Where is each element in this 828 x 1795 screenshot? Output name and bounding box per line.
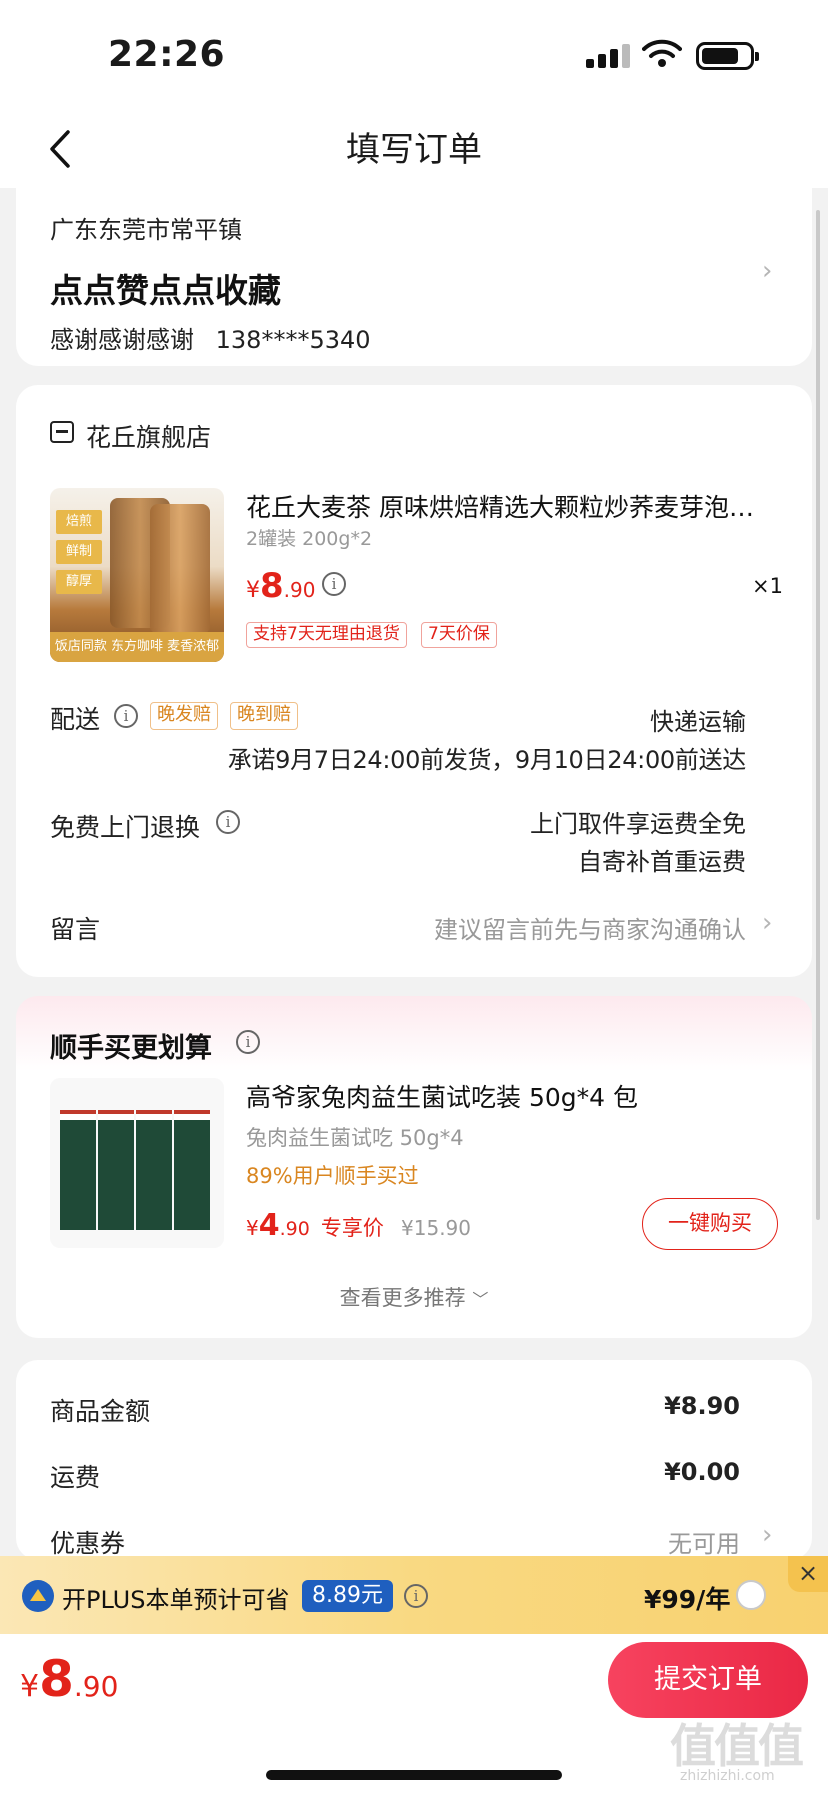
late-ship-tag: 晚发赔 bbox=[150, 702, 218, 730]
recommend-image[interactable] bbox=[50, 1078, 224, 1248]
delivery-method: 快递运输 bbox=[650, 708, 746, 736]
image-tag: 焙煎 bbox=[56, 510, 102, 534]
late-arrive-tag: 晚到赔 bbox=[230, 702, 298, 730]
return-policy-tag: 支持7天无理由退货 bbox=[246, 622, 407, 648]
message-label: 留言 bbox=[50, 915, 101, 944]
wifi-icon bbox=[642, 39, 682, 67]
store-name[interactable]: 花丘旗舰店 bbox=[86, 418, 211, 454]
price-integer: 8 bbox=[260, 566, 284, 606]
return-line1: 上门取件享运费全免 bbox=[530, 810, 746, 838]
price-decimal: .90 bbox=[73, 1670, 119, 1703]
close-icon[interactable]: × bbox=[788, 1556, 828, 1592]
recipient-name: 感谢感谢感谢 bbox=[50, 326, 194, 354]
coupon-label: 优惠券 bbox=[50, 1529, 126, 1558]
watermark-url: zhizhizhi.com bbox=[680, 1768, 775, 1784]
address-region: 广东东莞市常平镇 bbox=[50, 216, 242, 244]
chevron-down-icon: ﹀ bbox=[472, 1290, 489, 1309]
delivery-label: 配送 bbox=[50, 705, 101, 734]
recommend-stat: 89%用户顺手买过 bbox=[246, 1164, 419, 1188]
scrollbar[interactable] bbox=[816, 210, 820, 1220]
address-contact: 感谢感谢感谢 138****5340 bbox=[50, 320, 371, 355]
goods-amount-label: 商品金额 bbox=[50, 1397, 151, 1426]
return-label: 免费上门退换 bbox=[50, 813, 201, 842]
delivery-promise: 承诺9月7日24:00前发货，9月10日24:00前送达 bbox=[227, 746, 747, 774]
recommend-name[interactable]: 高爷家兔肉益生菌试吃装 50g*4 包 bbox=[246, 1078, 638, 1114]
return-line2: 自寄补首重运费 bbox=[578, 848, 746, 876]
product-price: ¥8.90 bbox=[246, 566, 315, 606]
more-recommend-label: 查看更多推荐 bbox=[339, 1286, 466, 1310]
price-integer: 4 bbox=[258, 1208, 280, 1243]
image-footer: 饭店同款 东方咖啡 麦香浓郁 bbox=[50, 632, 224, 662]
battery-icon bbox=[696, 42, 759, 70]
exclusive-price-label: 专享价 bbox=[320, 1216, 384, 1240]
address-title: 点点赞点点收藏 bbox=[50, 271, 281, 310]
cellular-signal-icon bbox=[586, 44, 630, 68]
plus-info-icon[interactable]: i bbox=[404, 1584, 428, 1608]
chevron-right-icon: › bbox=[762, 256, 773, 286]
shipping-value: ¥0.00 bbox=[664, 1458, 740, 1486]
crown-icon bbox=[22, 1580, 54, 1612]
watermark-logo: 值值值 bbox=[670, 1719, 804, 1773]
delivery-info-icon[interactable]: i bbox=[114, 704, 138, 728]
store-icon bbox=[50, 421, 74, 443]
price-currency: ¥ bbox=[246, 578, 260, 603]
image-tag: 鲜制 bbox=[56, 540, 102, 564]
return-info-icon[interactable]: i bbox=[216, 810, 240, 834]
product-image[interactable]: 焙煎 鲜制 醇厚 饭店同款 东方咖啡 麦香浓郁 bbox=[50, 488, 224, 662]
shipping-label: 运费 bbox=[50, 1463, 101, 1492]
more-recommend-link[interactable]: 查看更多推荐 ﹀ bbox=[0, 1282, 828, 1312]
total-price: ¥8.90 bbox=[20, 1650, 118, 1708]
original-price: ¥15.90 bbox=[401, 1216, 471, 1240]
recommend-info-icon[interactable]: i bbox=[236, 1030, 260, 1054]
recommend-spec: 兔肉益生菌试吃 50g*4 bbox=[246, 1126, 464, 1150]
coupon-value[interactable]: 无可用 bbox=[560, 1524, 740, 1559]
product-title[interactable]: 花丘大麦茶 原味烘焙精选大颗粒炒荞麦芽泡… bbox=[246, 488, 766, 524]
price-currency: ¥ bbox=[246, 1216, 259, 1240]
plus-text: 开PLUS本单预计可省 bbox=[62, 1586, 290, 1614]
plus-select-radio[interactable] bbox=[736, 1580, 766, 1610]
product-quantity: ×1 bbox=[752, 574, 783, 598]
price-currency: ¥ bbox=[20, 1669, 40, 1704]
chevron-right-icon: › bbox=[762, 1520, 773, 1550]
plus-save-badge: 8.89元 bbox=[302, 1580, 393, 1612]
recommend-price: ¥4.90 专享价 ¥15.90 bbox=[246, 1208, 471, 1243]
price-integer: 8 bbox=[39, 1650, 74, 1708]
chevron-right-icon: › bbox=[762, 908, 773, 938]
product-spec: 2罐装 200g*2 bbox=[246, 528, 373, 550]
price-protect-tag: 7天价保 bbox=[421, 622, 497, 648]
price-decimal: .90 bbox=[279, 1218, 310, 1240]
goods-amount-value: ¥8.90 bbox=[664, 1392, 740, 1420]
page-title: 填写订单 bbox=[346, 130, 482, 170]
submit-order-button[interactable]: 提交订单 bbox=[608, 1642, 808, 1718]
image-tag: 醇厚 bbox=[56, 570, 102, 594]
price-info-icon[interactable]: i bbox=[322, 572, 346, 596]
recipient-phone: 138****5340 bbox=[215, 326, 371, 354]
message-input[interactable]: 建议留言前先与商家沟通确认 bbox=[380, 910, 746, 945]
price-decimal: .90 bbox=[283, 578, 316, 602]
quick-buy-button[interactable]: 一键购买 bbox=[642, 1198, 778, 1250]
home-indicator[interactable] bbox=[266, 1770, 562, 1780]
store-card bbox=[16, 385, 812, 977]
recommend-title: 顺手买更划算 bbox=[50, 1033, 212, 1064]
plus-price: ¥99/年 bbox=[644, 1585, 731, 1614]
status-time: 22:26 bbox=[108, 34, 226, 75]
